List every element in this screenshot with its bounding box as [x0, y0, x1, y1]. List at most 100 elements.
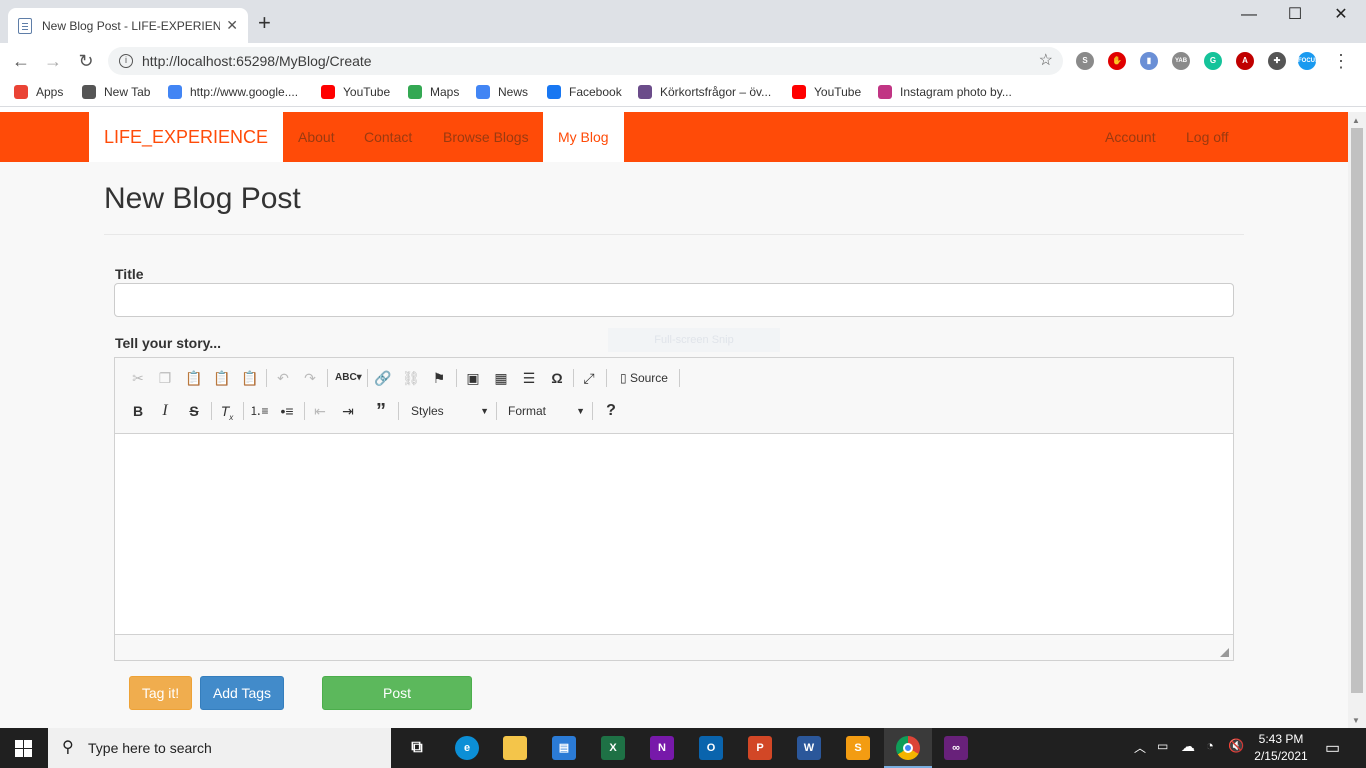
- bookmark-item[interactable]: Körkortsfrågor – öv...: [638, 85, 771, 99]
- window-close-button[interactable]: ✕: [1318, 4, 1364, 26]
- special-char-icon[interactable]: Ω: [546, 368, 568, 388]
- paste-word-icon[interactable]: 📋: [239, 368, 261, 388]
- bookmark-item[interactable]: New Tab: [82, 85, 150, 99]
- store-icon[interactable]: ▤: [552, 736, 576, 760]
- bookmark-item[interactable]: Instagram photo by...: [878, 85, 1012, 99]
- spellcheck-icon[interactable]: ABC▾: [335, 368, 362, 388]
- copy-icon[interactable]: ❐: [154, 368, 176, 388]
- taskbar-search-box[interactable]: ⚲ Type here to search: [48, 728, 391, 768]
- cut-icon[interactable]: ✂: [127, 368, 149, 388]
- pdf-ext-icon[interactable]: A: [1236, 52, 1254, 70]
- unlink-icon[interactable]: ⛓: [400, 368, 422, 388]
- onedrive-cloud-icon[interactable]: ☁: [1181, 738, 1195, 755]
- forward-button[interactable]: →: [40, 49, 66, 73]
- numbered-list-icon[interactable]: ⒈≡: [248, 401, 270, 421]
- toolbar-separator: [327, 369, 328, 387]
- scrollbar-thumb[interactable]: [1351, 128, 1363, 693]
- onenote-icon[interactable]: N: [650, 736, 674, 760]
- paste-icon[interactable]: 📋: [183, 368, 205, 388]
- bulleted-list-icon[interactable]: •≡: [276, 401, 298, 421]
- tag-it-button[interactable]: Tag it!: [129, 676, 192, 710]
- nav-about[interactable]: About: [298, 112, 335, 162]
- scroll-up-icon[interactable]: ▲: [1352, 116, 1360, 125]
- bookmark-item[interactable]: YouTube: [792, 85, 861, 99]
- windows-start-icon[interactable]: [15, 740, 32, 757]
- bookmark-item[interactable]: Facebook: [547, 85, 622, 99]
- file-explorer-icon[interactable]: [503, 736, 527, 760]
- browser-menu-icon[interactable]: ⋮: [1328, 49, 1354, 73]
- bookmark-item[interactable]: Apps: [14, 85, 63, 99]
- bold-icon[interactable]: B: [127, 401, 149, 421]
- yab-ext-icon[interactable]: YAB: [1172, 52, 1190, 70]
- grammarly-ext-icon[interactable]: G: [1204, 52, 1222, 70]
- remove-format-icon[interactable]: Tx: [216, 401, 238, 428]
- maximize-button[interactable]: ☐: [1272, 4, 1318, 26]
- bookmark-star-icon[interactable]: ☆: [1039, 47, 1053, 75]
- battery-icon[interactable]: ▭: [1157, 739, 1168, 753]
- show-hidden-icons-icon[interactable]: ︿: [1134, 739, 1146, 756]
- chevron-down-icon: ▼: [480, 406, 489, 416]
- task-view-icon[interactable]: ⧉: [405, 736, 429, 760]
- add-tags-button[interactable]: Add Tags: [200, 676, 284, 710]
- undo-icon[interactable]: ↶: [272, 368, 294, 388]
- resize-handle-icon[interactable]: [1220, 648, 1229, 657]
- nav-log-off[interactable]: Log off: [1186, 112, 1229, 162]
- phone-ext-icon[interactable]: ▮: [1140, 52, 1158, 70]
- bookmark-item[interactable]: YouTube: [321, 85, 390, 99]
- paste-text-icon[interactable]: 📋: [211, 368, 233, 388]
- anchor-flag-icon[interactable]: ⚑: [428, 368, 450, 388]
- bookmark-item[interactable]: http://www.google....: [168, 85, 298, 99]
- blockquote-icon[interactable]: ”: [370, 401, 392, 421]
- tab-close-icon[interactable]: ✕: [226, 17, 238, 34]
- nav-my-blog[interactable]: My Blog: [543, 112, 624, 162]
- indent-icon[interactable]: ⇥: [337, 401, 359, 421]
- brand-link[interactable]: LIFE_EXPERIENCE: [89, 112, 283, 162]
- horizontal-line-icon[interactable]: ☰: [518, 368, 540, 388]
- image-icon[interactable]: ▣: [462, 368, 484, 388]
- focus-ext-icon[interactable]: FOCUS: [1298, 52, 1319, 70]
- powerpoint-icon[interactable]: P: [748, 736, 772, 760]
- page-scrollbar[interactable]: ▲ ▼: [1348, 112, 1366, 728]
- skype-ext-icon[interactable]: S: [1076, 52, 1094, 70]
- minimize-button[interactable]: —: [1226, 4, 1272, 26]
- outlook-icon[interactable]: O: [699, 736, 723, 760]
- maximize-icon[interactable]: ⤢: [578, 368, 600, 388]
- post-button[interactable]: Post: [322, 676, 472, 710]
- title-input[interactable]: [114, 283, 1234, 317]
- sublime-text-icon[interactable]: S: [846, 736, 870, 760]
- wifi-icon[interactable]: ◔: [1206, 738, 1214, 753]
- link-icon[interactable]: 🔗: [372, 368, 394, 388]
- visual-studio-icon[interactable]: ∞: [944, 736, 968, 760]
- help-icon[interactable]: ?: [600, 401, 622, 421]
- notifications-icon[interactable]: ▭: [1325, 738, 1340, 758]
- edge-icon[interactable]: e: [455, 736, 479, 760]
- word-icon[interactable]: W: [797, 736, 821, 760]
- system-clock[interactable]: 5:43 PM 2/15/2021: [1246, 731, 1316, 765]
- puzzle-ext-icon[interactable]: ✚: [1268, 52, 1286, 70]
- reload-button[interactable]: ↻: [73, 49, 99, 73]
- editor-body[interactable]: [115, 434, 1233, 634]
- format-dropdown[interactable]: Format ▼: [508, 401, 585, 421]
- excel-icon[interactable]: X: [601, 736, 625, 760]
- adblock-ext-icon[interactable]: ✋: [1108, 52, 1126, 70]
- browser-tab[interactable]: New Blog Post - LIFE-EXPERIENCE ✕: [8, 8, 248, 43]
- chrome-taskbar-slot[interactable]: [884, 728, 932, 768]
- italic-icon[interactable]: I: [154, 401, 176, 421]
- styles-dropdown[interactable]: Styles ▼: [411, 401, 489, 421]
- bookmark-item[interactable]: Maps: [408, 85, 459, 99]
- site-info-icon[interactable]: i: [119, 54, 133, 68]
- new-tab-button[interactable]: +: [258, 12, 271, 34]
- nav-contact[interactable]: Contact: [364, 112, 412, 162]
- redo-icon[interactable]: ↷: [299, 368, 321, 388]
- strikethrough-icon[interactable]: S: [183, 401, 205, 421]
- nav-account[interactable]: Account: [1105, 112, 1156, 162]
- bookmark-item[interactable]: News: [476, 85, 528, 99]
- scroll-down-icon[interactable]: ▼: [1352, 716, 1360, 725]
- address-bar[interactable]: i http://localhost:65298/MyBlog/Create ☆: [108, 47, 1063, 75]
- outdent-icon[interactable]: ⇤: [309, 401, 331, 421]
- back-button[interactable]: ←: [8, 49, 34, 73]
- volume-muted-icon[interactable]: 🔇: [1228, 738, 1244, 754]
- nav-browse-blogs[interactable]: Browse Blogs: [443, 112, 529, 162]
- source-button[interactable]: ▯ Source: [613, 368, 675, 388]
- table-icon[interactable]: ▦: [490, 368, 512, 388]
